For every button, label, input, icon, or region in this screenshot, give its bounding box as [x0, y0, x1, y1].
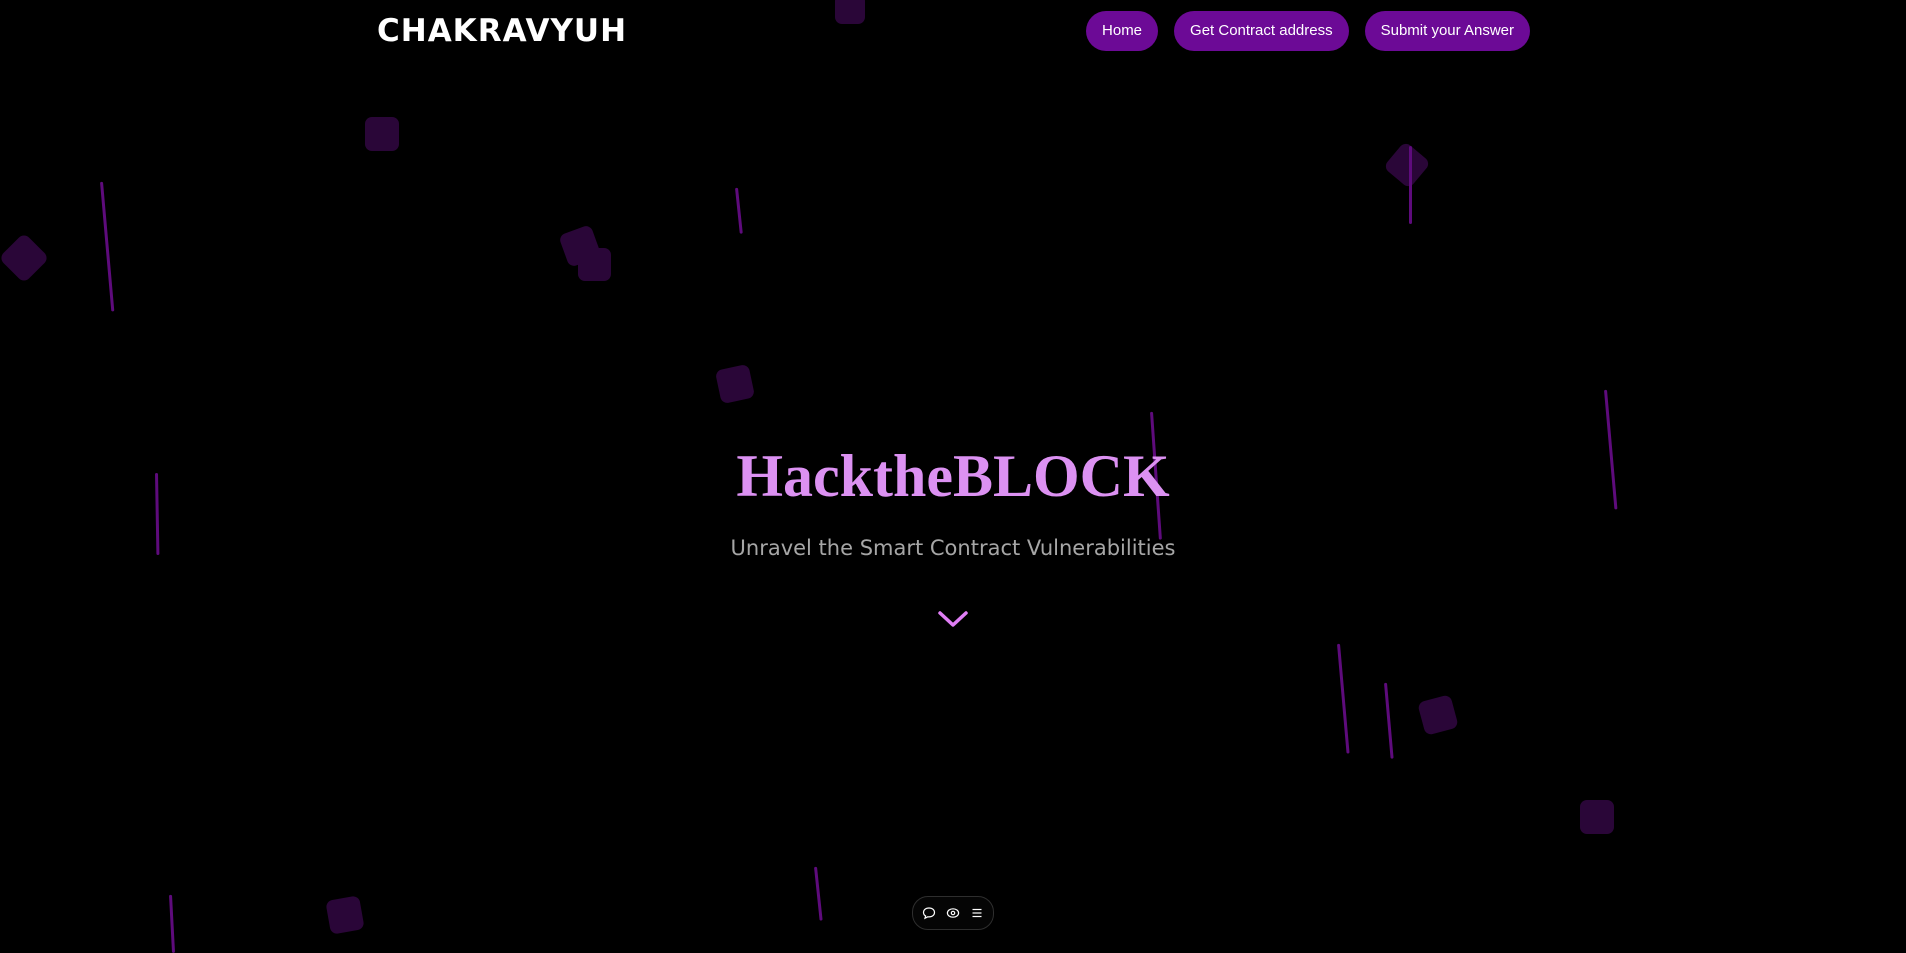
decor-line: [1409, 146, 1412, 224]
decor-line: [735, 187, 743, 234]
decor-line: [169, 894, 176, 953]
decor-line: [1384, 682, 1394, 759]
decor-square: [1580, 800, 1614, 834]
nav-home-button[interactable]: Home: [1086, 11, 1159, 51]
chevron-down-icon[interactable]: [937, 608, 969, 632]
decor-square: [714, 363, 756, 405]
nav-get-contract-address-button[interactable]: Get Contract address: [1174, 11, 1349, 51]
hero-subtitle: Unravel the Smart Contract Vulnerabiliti…: [730, 536, 1176, 560]
decor-line: [814, 866, 823, 921]
bottom-toolbar: [912, 896, 994, 930]
nav-submit-answer-button[interactable]: Submit your Answer: [1364, 11, 1530, 51]
decor-line: [1337, 643, 1350, 754]
decor-square: [325, 895, 365, 935]
decor-square: [1383, 141, 1431, 189]
comment-icon[interactable]: [921, 905, 937, 921]
decor-square: [1417, 694, 1459, 736]
hero-section: HacktheBLOCK Unravel the Smart Contract …: [0, 440, 1906, 562]
decor-square: [365, 117, 399, 151]
decor-square: [578, 248, 611, 281]
decor-square: [558, 224, 602, 268]
eye-icon[interactable]: [945, 905, 961, 921]
hero-title: HacktheBLOCK: [736, 443, 1170, 509]
menu-icon[interactable]: [969, 905, 985, 921]
top-navbar: CHAKRAVYUH Home Get Contract address Sub…: [0, 0, 1906, 62]
decor-square: [0, 232, 50, 284]
decor-line: [100, 181, 115, 312]
site-logo[interactable]: CHAKRAVYUH: [377, 11, 627, 51]
nav-links: Home Get Contract address Submit your An…: [1086, 11, 1530, 51]
